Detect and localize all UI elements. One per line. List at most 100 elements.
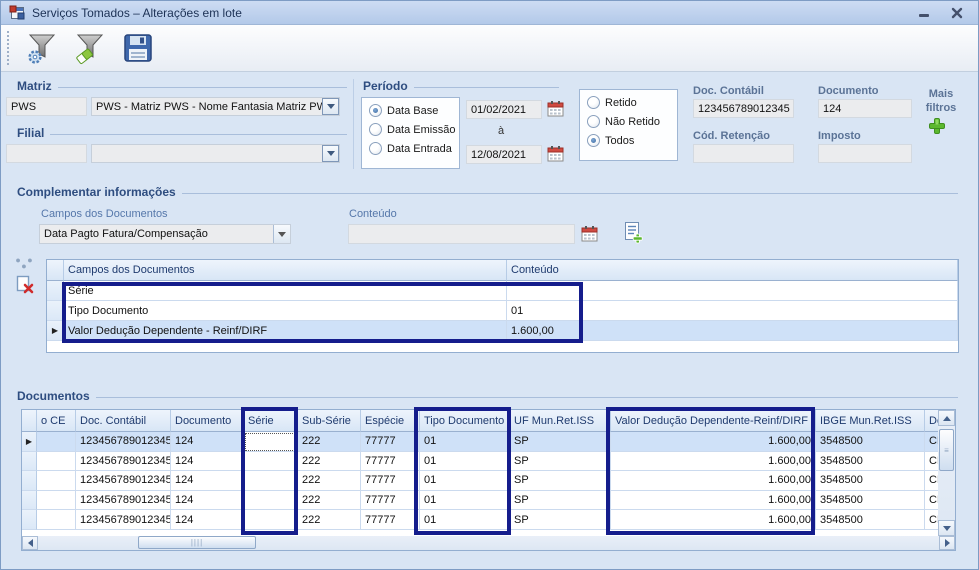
- header-conteudo[interactable]: Conteúdo: [507, 260, 958, 281]
- row-selector-cell[interactable]: [22, 452, 37, 472]
- cell-especie[interactable]: 77777: [361, 432, 420, 452]
- row-selector-cell[interactable]: [22, 471, 37, 491]
- row-selector-cell[interactable]: ▶: [22, 432, 37, 452]
- cell-uf-mun-ret-iss[interactable]: SP: [510, 452, 611, 472]
- cell-ibge-mun-ret-iss[interactable]: 3548500: [816, 452, 925, 472]
- matriz-code-input[interactable]: PWS: [6, 97, 87, 116]
- campos-grid-row[interactable]: Série: [47, 281, 958, 301]
- cell-especie[interactable]: 77777: [361, 510, 420, 530]
- radio-data-emissao[interactable]: Data Emissão: [369, 123, 459, 136]
- cell-documento[interactable]: 124: [171, 491, 244, 511]
- campo-cell[interactable]: Série: [64, 281, 507, 301]
- cell-o-ce[interactable]: [37, 471, 76, 491]
- filter-settings-button[interactable]: [22, 28, 62, 68]
- minimize-button[interactable]: [911, 5, 937, 21]
- cell-sub-serie[interactable]: 222: [298, 510, 361, 530]
- row-selector-cell[interactable]: [22, 510, 37, 530]
- row-selector-cell[interactable]: ▶: [47, 321, 64, 341]
- header-doc-contabil[interactable]: Doc. Contábil: [76, 410, 171, 432]
- header-serie[interactable]: Série: [244, 410, 298, 432]
- cell-uf-mun-ret-iss[interactable]: SP: [510, 491, 611, 511]
- cell-sub-serie[interactable]: 222: [298, 491, 361, 511]
- cell-valor-deducao[interactable]: 1.600,00: [611, 491, 816, 511]
- documentos-grid-row[interactable]: 1234567890123451242227777701SP1.600,0035…: [22, 471, 955, 491]
- cell-documento[interactable]: 124: [171, 510, 244, 530]
- save-button[interactable]: [118, 28, 158, 68]
- cell-o-ce[interactable]: [37, 491, 76, 511]
- cell-serie[interactable]: [244, 452, 298, 472]
- scroll-left-button[interactable]: [22, 536, 38, 550]
- documento-input[interactable]: 124: [818, 99, 912, 118]
- header-valor-deducao[interactable]: Valor Dedução Dependente-Reinf/DIRF: [611, 410, 816, 432]
- header-campos-documentos[interactable]: Campos dos Documentos: [64, 260, 507, 281]
- cell-especie[interactable]: 77777: [361, 491, 420, 511]
- row-selector-cell[interactable]: [47, 301, 64, 321]
- scroll-down-button[interactable]: [938, 520, 955, 536]
- vertical-scrollbar[interactable]: ≡: [938, 410, 955, 536]
- cell-doc-contabil[interactable]: 123456789012345: [76, 452, 171, 472]
- conteudo-input[interactable]: [348, 224, 575, 244]
- cell-ibge-mun-ret-iss[interactable]: 3548500: [816, 491, 925, 511]
- conteudo-calendar-button[interactable]: [581, 225, 598, 242]
- filial-combobox[interactable]: [91, 144, 340, 163]
- cell-sub-serie[interactable]: 222: [298, 452, 361, 472]
- campos-dropdown-button[interactable]: [273, 225, 290, 243]
- documentos-grid-row[interactable]: 1234567890123451242227777701SP1.600,0035…: [22, 491, 955, 511]
- panel-grip-icon[interactable]: ● ● ●: [11, 257, 39, 269]
- cell-sub-serie[interactable]: 222: [298, 471, 361, 491]
- radio-nao-retido[interactable]: Não Retido: [587, 115, 677, 128]
- header-sub-serie[interactable]: Sub-Série: [298, 410, 361, 432]
- row-selector-cell[interactable]: [22, 491, 37, 511]
- horizontal-scrollbar[interactable]: ||||: [22, 536, 955, 550]
- close-button[interactable]: [944, 5, 970, 21]
- doc-contabil-input[interactable]: 123456789012345: [693, 99, 794, 118]
- cell-uf-mun-ret-iss[interactable]: SP: [510, 432, 611, 452]
- header-o-ce[interactable]: o CE: [37, 410, 76, 432]
- cell-serie[interactable]: [244, 432, 298, 452]
- cell-o-ce[interactable]: [37, 432, 76, 452]
- radio-data-entrada[interactable]: Data Entrada: [369, 142, 459, 155]
- header-uf-mun-ret-iss[interactable]: UF Mun.Ret.ISS: [510, 410, 611, 432]
- scroll-right-button[interactable]: [939, 536, 955, 550]
- cell-o-ce[interactable]: [37, 510, 76, 530]
- cell-serie[interactable]: [244, 510, 298, 530]
- add-field-button[interactable]: [623, 221, 644, 244]
- cell-tipo-documento[interactable]: 01: [420, 432, 510, 452]
- row-selector-cell[interactable]: [47, 281, 64, 301]
- cell-valor-deducao[interactable]: 1.600,00: [611, 432, 816, 452]
- cell-especie[interactable]: 77777: [361, 452, 420, 472]
- cell-tipo-documento[interactable]: 01: [420, 491, 510, 511]
- cell-o-ce[interactable]: [37, 452, 76, 472]
- cell-sub-serie[interactable]: 222: [298, 432, 361, 452]
- documentos-grid-row[interactable]: 1234567890123451242227777701SP1.600,0035…: [22, 510, 955, 530]
- date-from-calendar-button[interactable]: [547, 100, 564, 117]
- campo-cell[interactable]: Valor Dedução Dependente - Reinf/DIRF: [64, 321, 507, 341]
- campos-grid-row[interactable]: ▶Valor Dedução Dependente - Reinf/DIRF1.…: [47, 321, 958, 341]
- cell-doc-contabil[interactable]: 123456789012345: [76, 432, 171, 452]
- cell-valor-deducao[interactable]: 1.600,00: [611, 471, 816, 491]
- cell-serie[interactable]: [244, 491, 298, 511]
- vertical-scroll-thumb[interactable]: ≡: [939, 429, 954, 471]
- documentos-grid-row[interactable]: ▶ 123456789012345124 2227777701SP1.600,003…: [22, 432, 955, 452]
- documentos-grid-row[interactable]: 1234567890123451242227777701SP1.600,0035…: [22, 452, 955, 472]
- horizontal-scroll-thumb[interactable]: ||||: [138, 536, 256, 549]
- header-ibge-mun-ret-iss[interactable]: IBGE Mun.Ret.ISS: [816, 410, 925, 432]
- conteudo-cell[interactable]: 01: [507, 301, 958, 321]
- cell-uf-mun-ret-iss[interactable]: SP: [510, 471, 611, 491]
- cell-doc-contabil[interactable]: 123456789012345: [76, 471, 171, 491]
- cell-ibge-mun-ret-iss[interactable]: 3548500: [816, 432, 925, 452]
- cell-documento[interactable]: 124: [171, 432, 244, 452]
- date-from-input[interactable]: 01/02/2021: [466, 100, 542, 119]
- conteudo-cell[interactable]: [507, 281, 958, 301]
- toolbar-grip[interactable]: [7, 31, 10, 65]
- header-especie[interactable]: Espécie: [361, 410, 420, 432]
- campos-grid-row[interactable]: Tipo Documento01: [47, 301, 958, 321]
- cod-retencao-input[interactable]: [693, 144, 794, 163]
- radio-todos[interactable]: Todos: [587, 134, 677, 147]
- filter-apply-button[interactable]: [70, 28, 110, 68]
- cell-uf-mun-ret-iss[interactable]: SP: [510, 510, 611, 530]
- cell-valor-deducao[interactable]: 1.600,00: [611, 510, 816, 530]
- imposto-input[interactable]: [818, 144, 912, 163]
- matriz-combobox[interactable]: PWS - Matriz PWS - Nome Fantasia Matriz …: [91, 97, 340, 116]
- radio-data-base[interactable]: Data Base: [369, 104, 459, 117]
